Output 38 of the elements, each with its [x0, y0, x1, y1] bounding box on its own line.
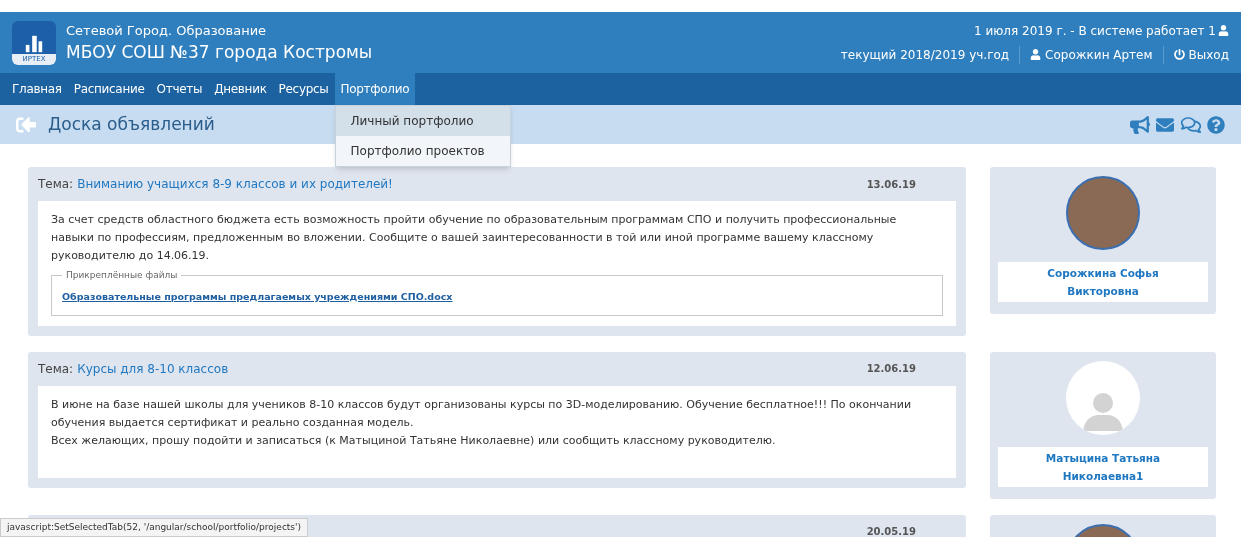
nav-tab[interactable]: Главная — [6, 73, 68, 105]
logout-link[interactable]: Выход — [1163, 45, 1229, 64]
school-name: МБОУ СОШ №37 города Костромы — [66, 40, 373, 64]
nav-tab[interactable]: Отчеты — [150, 73, 209, 105]
help-icon[interactable] — [1207, 115, 1225, 134]
post-date: 20.05.19 — [866, 525, 916, 537]
mail-icon[interactable] — [1155, 115, 1175, 134]
dropdown-item[interactable]: Личный портфолио — [335, 106, 510, 136]
school-year: текущий 2018/2019 уч.год — [840, 45, 1021, 64]
buildings-icon — [23, 33, 45, 54]
status-bar: javascript:SetSelectedTab(52, '/angular/school/portfolio/projects') — [0, 517, 309, 537]
system-name: Сетевой Город. Образование — [66, 21, 268, 40]
megaphone-icon[interactable] — [1130, 115, 1150, 134]
dropdown-item[interactable]: Портфолио проектов — [335, 136, 510, 166]
chat-icon[interactable] — [1180, 115, 1202, 134]
post-date: 12.06.19 — [866, 362, 916, 376]
page-title: Доска объявлений — [48, 112, 215, 136]
author-name[interactable]: Сорожкина Софья Викторовна — [998, 262, 1208, 302]
topic-label: Тема: — [38, 360, 74, 378]
attachment-link[interactable]: Образовательные программы предлагаемых учреждениями СПО.docx — [62, 290, 453, 302]
attachments-label: Прикреплённые файлы — [65, 269, 179, 282]
post-text: В июне на базе нашей школы для учеников 8-10 классов будут организованы курсы по 3D-моделированию. Обучение бесплатное!!! По окончании обучения выдается сертификат и реально созданная модель. — [51, 396, 913, 431]
topic-link[interactable]: Курсы для 8-10 классов — [77, 359, 229, 378]
author-name[interactable]: Матыцина Татьяна Николаевна1 — [998, 446, 1208, 487]
topic-label: Тема: — [38, 176, 74, 193]
nav-tab[interactable]: Расписание — [67, 73, 151, 105]
post-date: 13.06.19 — [866, 177, 916, 192]
user-icon — [1030, 49, 1042, 60]
power-icon — [1173, 49, 1185, 60]
nav-tab[interactable]: Дневник — [208, 73, 273, 105]
nav-tab[interactable]: Ресурсы — [272, 73, 335, 105]
topic-link[interactable]: Вниманию учащихся 8-9 классов и их родителей! — [77, 175, 393, 193]
post-text: За счет средств областного бюджета есть возможность пройти обучение по образовательным программам СПО и получить профессиональные навыки по профессиям, предложенным во вложении. Сообщите о вашей заинтересованности в той или иной программе вашему классному руководителю до 14.06.19. — [51, 212, 898, 264]
post-text: Всех желающих, прошу подойти и записаться (к Матыциной Татьяне Николаевне) или сообщить классному руководителю. — [51, 432, 777, 449]
online-status: 1 июля 2019 г. - В системе работает 1 — [973, 22, 1216, 40]
nav-tab[interactable]: Портфолио — [334, 73, 416, 105]
user-link[interactable]: Сорожкин Артем — [1020, 45, 1164, 64]
user-icon — [1218, 25, 1229, 36]
